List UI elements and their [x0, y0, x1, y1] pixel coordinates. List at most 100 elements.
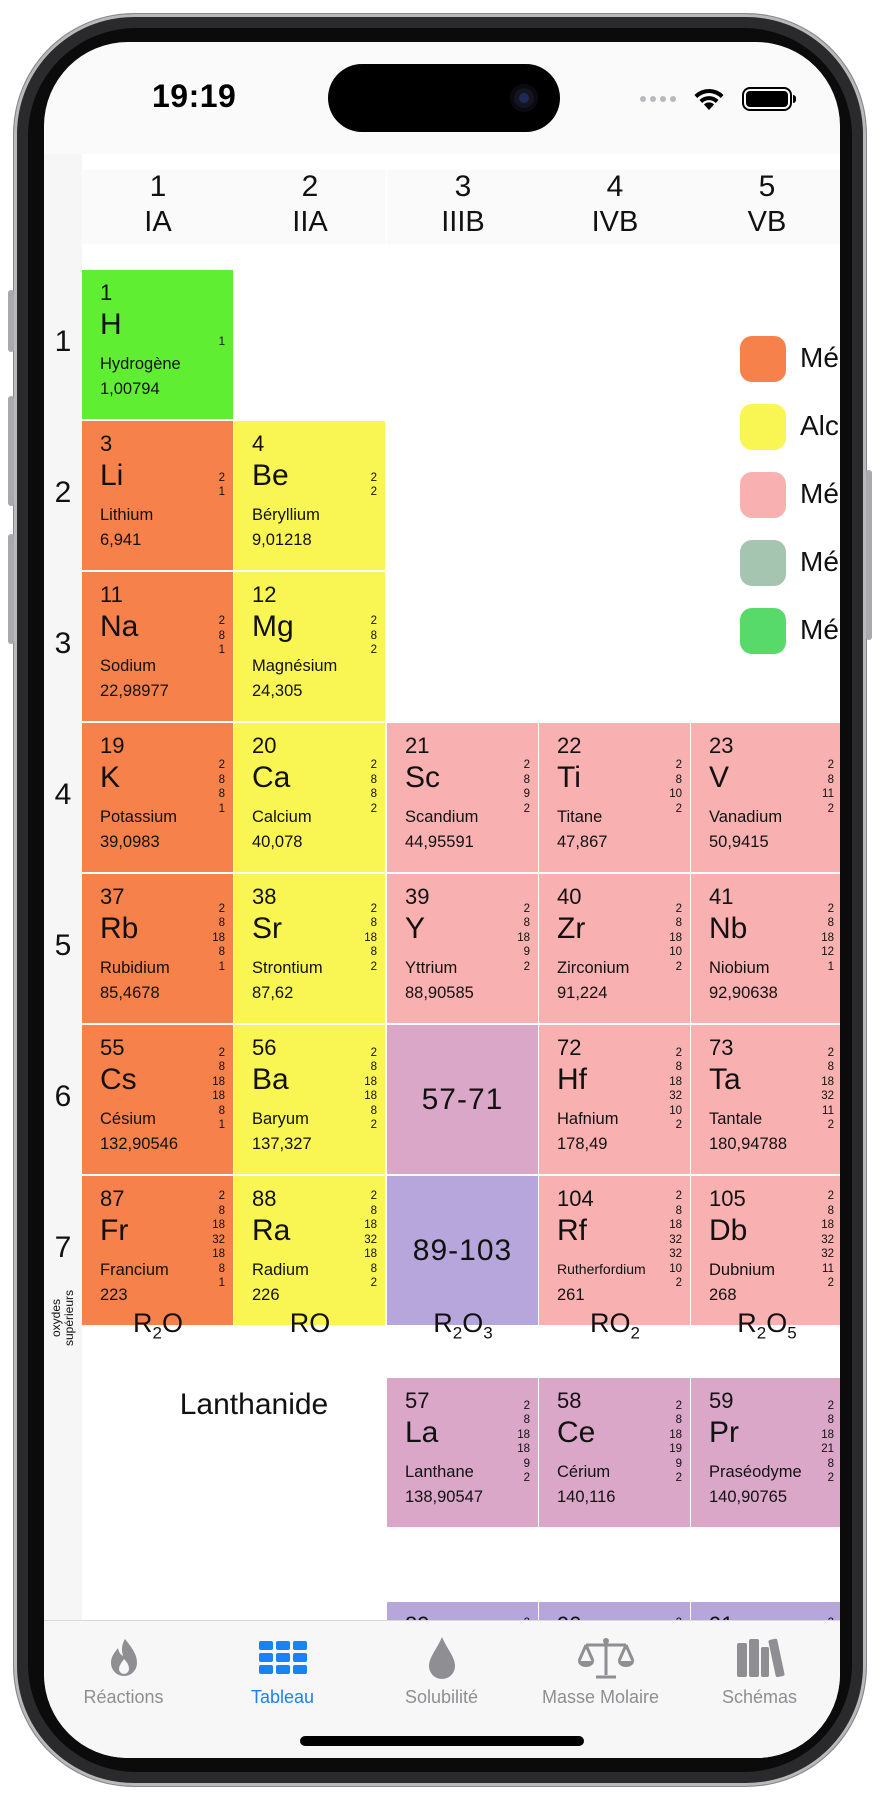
element-cell-li[interactable]: 3 Li Lithium 6,941 2 1 [82, 421, 233, 570]
shell-count: 8 [218, 1204, 225, 1217]
shell-count: 8 [218, 1262, 225, 1275]
element-cell-rf[interactable]: 104 Rf Rutherfordium 261 2 8 18 32 32 10 2 [539, 1176, 690, 1325]
legend-label: Mé [800, 478, 839, 509]
element-cell-th[interactable]: 902 [539, 1602, 690, 1620]
atomic-mass: 140,116 [557, 1488, 616, 1506]
element-symbol: V [709, 761, 730, 794]
shell-count: 1 [218, 644, 225, 657]
atomic-number: 12 [252, 582, 277, 607]
tab-flame[interactable]: Réactions [44, 1621, 203, 1711]
electron-shells: 2 8 18 19 9 2 [669, 1399, 682, 1486]
shell-count: 2 [827, 1472, 834, 1484]
shell-count: 21 [821, 1443, 834, 1455]
element-cell-be[interactable]: 4 Be Béryllium 9,01218 2 2 [234, 421, 385, 570]
shell-count: 2 [827, 1190, 834, 1203]
formula-base: R [433, 1308, 453, 1338]
shell-count: 8 [370, 1204, 377, 1217]
atomic-number: 37 [100, 884, 125, 909]
atomic-mass: 44,95591 [405, 833, 474, 851]
element-cell-ti[interactable]: 22 Ti Titane 47,867 2 8 10 2 [539, 723, 690, 872]
formula-base: R [737, 1308, 757, 1338]
element-cell-mg[interactable]: 12 Mg Magnésium 24,305 2 8 2 [234, 572, 385, 721]
shell-count: 2 [827, 1119, 834, 1131]
formula-subscript: 5 [787, 1323, 797, 1343]
home-indicator[interactable] [300, 1736, 584, 1746]
element-name: Sodium [100, 657, 156, 675]
electron-shells: 2 8 18 32 18 8 2 [364, 1189, 377, 1291]
element-cell-hf[interactable]: 72 Hf Hafnium 178,49 2 8 18 32 10 2 [539, 1025, 690, 1174]
actinide-block[interactable]: 89-103 [387, 1176, 538, 1325]
element-symbol: Ce [557, 1416, 596, 1449]
element-cell-fr[interactable]: 87 Fr Francium 223 2 8 18 32 18 8 1 [82, 1176, 233, 1325]
element-cell-sr[interactable]: 38 Sr Strontium 87,62 2 8 18 8 2 [234, 874, 385, 1023]
atomic-mass: 88,90585 [405, 984, 474, 1002]
atomic-number: 3 [100, 431, 113, 456]
electron-shells: 2 8 10 2 [669, 758, 682, 816]
element-cell-zr[interactable]: 40 Zr Zirconium 91,224 2 8 18 10 2 [539, 874, 690, 1023]
element-cell-ce[interactable]: 58 Ce Cérium 140,116 2 8 18 19 9 2 [539, 1378, 690, 1527]
element-cell-h[interactable]: 1 H Hydrogène 1,00794 1 [82, 270, 233, 419]
tab-grid[interactable]: Tableau [203, 1621, 362, 1711]
periodic-table[interactable]: 1 IA 2 IIA 3 IIIB 4 IVB 5 VB 1 2 3 4 5 6 7 1 H Hydrogène 1,0… [44, 154, 840, 1620]
volume-up-button [8, 396, 14, 506]
group-label: IVB [591, 206, 639, 238]
element-cell-v[interactable]: 23 V Vanadium 50,9415 2 8 11 2 [691, 723, 840, 872]
element-cell-cs[interactable]: 55 Cs Césium 132,90546 2 8 18 18 8 1 [82, 1025, 233, 1174]
element-name: Rutherfordium [557, 1261, 646, 1277]
battery-icon [742, 87, 796, 111]
atomic-mass: 87,62 [252, 984, 294, 1002]
element-cell-pa[interactable]: 912 [691, 1602, 840, 1620]
element-cell-la[interactable]: 57 La Lanthane 138,90547 2 8 18 18 9 2 [387, 1378, 538, 1527]
element-name: Strontium [252, 959, 323, 977]
element-cell-pr[interactable]: 59 Pr Praséodyme 140,90765 2 8 18 21 8 2 [691, 1378, 840, 1527]
status-indicators [640, 84, 796, 114]
element-cell-db[interactable]: 105 Db Dubnium 268 2 8 18 32 32 11 2 [691, 1176, 840, 1325]
formula-subscript: 3 [483, 1323, 493, 1343]
shell-count: 8 [370, 917, 377, 930]
element-cell-sc[interactable]: 21 Sc Scandium 44,95591 2 8 9 2 [387, 723, 538, 872]
period-header-7: 7 [54, 1231, 72, 1264]
element-cell-ca[interactable]: 20 Ca Calcium 40,078 2 8 8 2 [234, 723, 385, 872]
element-cell-ac[interactable]: 892 [387, 1602, 538, 1620]
tab-scale[interactable]: Masse Molaire [521, 1621, 680, 1711]
formula-base: RO [590, 1308, 631, 1338]
group-label: IA [144, 206, 172, 238]
atomic-number: 56 [252, 1035, 277, 1060]
group-header-2: 2 IIA [234, 170, 386, 244]
shell-count: 1 [827, 960, 834, 973]
element-cell-rb[interactable]: 37 Rb Rubidium 85,4678 2 8 18 8 1 [82, 874, 233, 1023]
element-symbol: Rf [557, 1214, 587, 1247]
element-cell-ba[interactable]: 56 Ba Baryum 137,327 2 8 18 18 8 2 [234, 1025, 385, 1174]
element-symbol: La [405, 1416, 439, 1449]
tab-books[interactable]: Schémas [680, 1621, 839, 1711]
shell-count: 2 [523, 960, 530, 973]
element-cell-k[interactable]: 19 K Potassium 39,0983 2 8 8 1 [82, 723, 233, 872]
atomic-mass: 6,941 [100, 531, 142, 549]
group-header-5: 5 VB [691, 170, 840, 244]
shell-count: 8 [827, 1061, 834, 1073]
atomic-mass: 180,94788 [709, 1135, 787, 1153]
group-number: 4 [606, 170, 624, 203]
tab-drop[interactable]: Solubilité [362, 1621, 521, 1711]
element-cell-na[interactable]: 11 Na Sodium 22,98977 2 8 1 [82, 572, 233, 721]
shell-count: 8 [370, 1104, 377, 1117]
shell-count: 1 [218, 335, 225, 348]
atomic-mass: 92,90638 [709, 984, 778, 1002]
shell-count: 10 [669, 788, 682, 800]
lanthanide-block[interactable]: 57-71 [387, 1025, 538, 1174]
formula-base: RO [289, 1308, 331, 1338]
element-cell-ta[interactable]: 73 Ta Tantale 180,94788 2 8 18 32 11 2 [691, 1025, 840, 1174]
element-cell-y[interactable]: 39 Y Yttrium 88,90585 2 8 18 9 2 [387, 874, 538, 1023]
shell-count: 2 [370, 759, 377, 771]
shell-count: 8 [218, 946, 225, 959]
atomic-number: 4 [252, 431, 265, 456]
status-time: 19:19 [152, 78, 237, 114]
element-symbol: Sc [405, 761, 441, 794]
shell-count: 11 [822, 788, 834, 800]
shell-count: 8 [675, 1061, 682, 1073]
element-name: Tantale [709, 1110, 763, 1128]
shell-count: 1 [218, 1119, 225, 1131]
shell-count: 2 [675, 1046, 682, 1059]
element-cell-ra[interactable]: 88 Ra Radium 226 2 8 18 32 18 8 2 [234, 1176, 385, 1325]
element-cell-nb[interactable]: 41 Nb Niobium 92,90638 2 8 18 12 1 [691, 874, 840, 1023]
